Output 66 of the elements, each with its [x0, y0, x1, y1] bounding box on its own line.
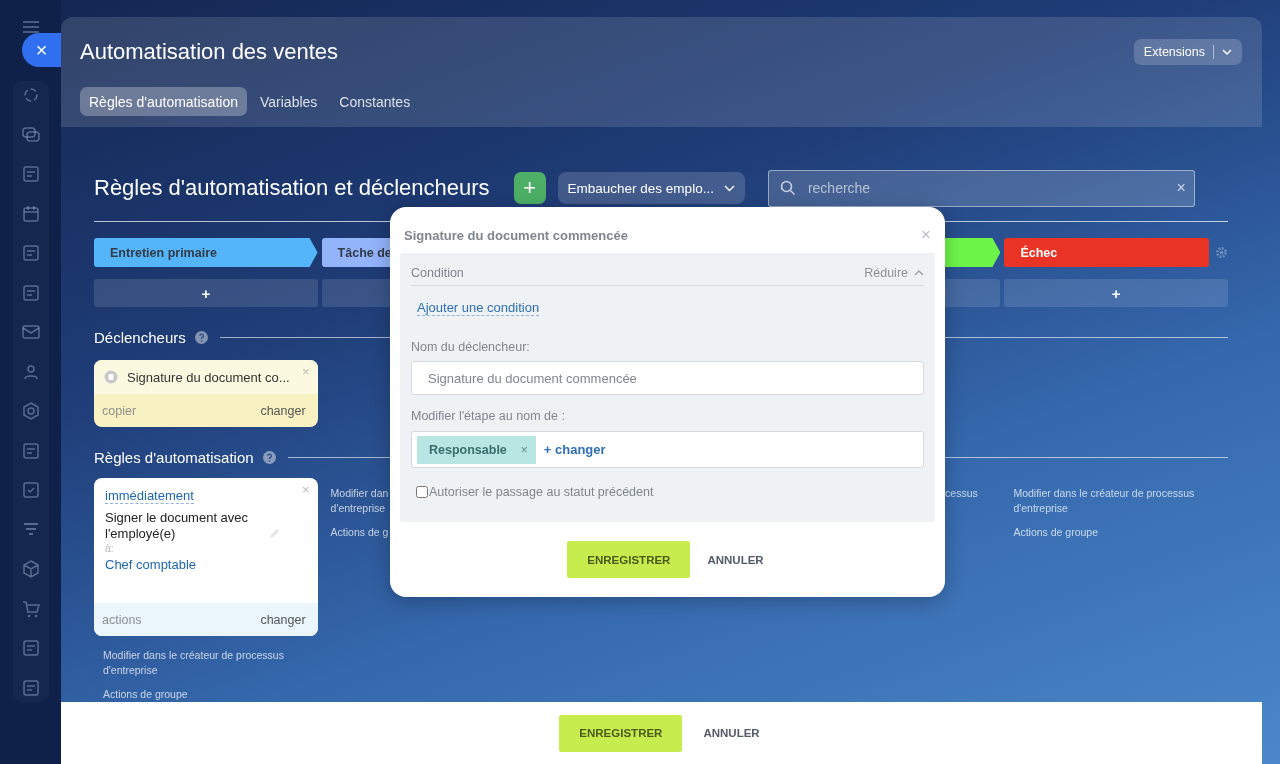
cart-icon[interactable]: [20, 598, 41, 619]
gear-icon[interactable]: [1215, 246, 1228, 259]
document-icon[interactable]: [20, 243, 41, 263]
action-link[interactable]: Actions de groupe: [103, 687, 309, 702]
add-button[interactable]: +: [513, 172, 546, 204]
save-button[interactable]: ENREGISTRER: [559, 714, 683, 752]
tab[interactable]: Constantes: [330, 87, 420, 116]
save-button[interactable]: ENREGISTRER: [567, 541, 691, 578]
collapse-button[interactable]: Réduire: [864, 266, 924, 280]
window-title: Automatisation des ventes: [80, 39, 339, 65]
remove-button[interactable]: ×: [520, 442, 528, 457]
search-icon: [779, 180, 796, 196]
caret-icon: [1222, 49, 1232, 55]
action-link[interactable]: Modifier dans le créateur de processus d'entreprise: [103, 648, 309, 678]
checkbox-label: Autoriser le passage au statut précédent: [429, 485, 654, 499]
calendar-icon[interactable]: [20, 203, 41, 224]
help-icon[interactable]: [194, 331, 208, 344]
trigger-name: Signature du document co...: [127, 369, 290, 385]
clear-button[interactable]: ×: [1176, 179, 1186, 197]
copy-link[interactable]: copier: [102, 403, 137, 418]
section-title: Déclencheurs: [94, 329, 186, 346]
rule-name: Signer le document avec l'employé(e): [105, 510, 250, 542]
change-link[interactable]: changer: [260, 403, 306, 418]
action-link[interactable]: Modifier dans le créateur de processus d'entreprise: [1013, 486, 1219, 516]
assignee-link[interactable]: Chef comptable: [105, 557, 197, 572]
mail-icon[interactable]: [20, 322, 41, 342]
rule-card[interactable]: immédiatement × Signer le document avec l'employé(e) à: Chef comptable actions changer: [94, 478, 318, 636]
to-label: à:: [105, 542, 115, 554]
extensions-button[interactable]: Extensions: [1133, 39, 1242, 65]
tab[interactable]: Variables: [251, 87, 327, 116]
change-link[interactable]: changer: [260, 612, 306, 627]
checkbox-icon[interactable]: [20, 480, 41, 500]
close-button[interactable]: ×: [22, 33, 61, 67]
search-field[interactable]: recherche ×: [767, 169, 1195, 207]
section-title: Règles d'automatisation: [94, 449, 254, 466]
dialog-title: Signature du document commencée: [404, 227, 628, 243]
cancel-button[interactable]: ANNULER: [703, 553, 768, 566]
checkbox[interactable]: [416, 486, 428, 498]
stage-header[interactable]: Échec: [1004, 238, 1209, 267]
add-condition-link[interactable]: Ajouter une condition: [417, 300, 540, 316]
assignee-field[interactable]: Responsable × + changer: [411, 431, 924, 468]
field-label: Nom du déclencheur:: [411, 340, 531, 354]
add-rule-button[interactable]: +: [94, 279, 318, 307]
condition-label: Condition: [411, 266, 464, 280]
trigger-card[interactable]: Signature du document co... × copier changer: [94, 360, 318, 427]
add-rule-button[interactable]: +: [1004, 279, 1228, 307]
field-label: Modifier l'étape au nom de :: [411, 409, 566, 423]
chat-icon[interactable]: [20, 124, 41, 145]
caret-icon: [914, 270, 924, 276]
pipeline-dropdown[interactable]: Embaucher des emplo...: [557, 172, 745, 204]
section-title: Règles d'automatisation et déclencheurs: [94, 175, 490, 201]
document-icon: [104, 370, 118, 384]
cube-icon[interactable]: [20, 559, 41, 579]
trigger-name-field[interactable]: Signature du document commencée: [411, 361, 924, 395]
caret-icon: [723, 184, 735, 192]
menu-icon[interactable]: [22, 21, 39, 33]
tab[interactable]: Règles d'automatisation: [80, 87, 247, 116]
actions-link[interactable]: actions: [102, 612, 142, 627]
hexagon-icon[interactable]: [20, 401, 41, 421]
change-link[interactable]: + changer: [543, 442, 606, 457]
assignee-tag: Responsable ×: [417, 435, 536, 464]
help-icon[interactable]: [262, 451, 276, 464]
stage-header[interactable]: Entretien primaire: [94, 238, 318, 267]
delay-link[interactable]: immédiatement: [105, 488, 194, 504]
action-link[interactable]: Actions de groupe: [1013, 525, 1219, 540]
cancel-button[interactable]: ANNULER: [699, 727, 764, 739]
